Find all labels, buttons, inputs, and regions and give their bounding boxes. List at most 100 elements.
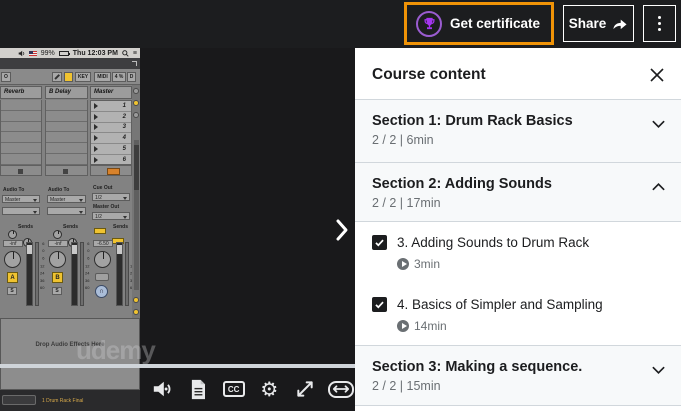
cue-out-dropdown: 1/2 (92, 193, 130, 201)
solo-button-1: S (7, 287, 17, 295)
menu-clock: Thu 12:03 PM (73, 50, 118, 57)
get-certificate-label: Get certificate (450, 16, 540, 31)
routing-dropdown-1: Master (2, 195, 40, 203)
scene-list: 1 2 3 4 5 6 (90, 100, 132, 165)
settings-button[interactable]: ⚙ (255, 376, 283, 402)
clip-name-text: 1 Drum Rack Final (42, 398, 83, 404)
spotlight-icon (122, 50, 129, 57)
battery-percent: 99% (41, 50, 55, 57)
section-header-3[interactable]: Section 3: Making a sequence. 2 / 2 | 15… (355, 346, 681, 406)
trophy-icon (416, 11, 442, 37)
udemy-watermark: udemy (76, 335, 155, 366)
captions-button[interactable]: CC (220, 376, 248, 402)
get-certificate-button[interactable]: Get certificate (404, 2, 554, 45)
crossfade-assign-b: B (52, 272, 63, 283)
master-out-dropdown: 1/2 (92, 212, 130, 220)
section-meta: 2 / 2 | 6min (372, 133, 434, 147)
scene-row: 5 (91, 144, 131, 155)
transcript-icon (189, 379, 207, 400)
volume-fader-1 (26, 242, 33, 306)
collapse-panel-arrow[interactable] (330, 213, 354, 247)
lecture-duration: 14min (397, 319, 447, 333)
meter-scale-2: 6 0 6 12 24 36 60 (85, 241, 89, 293)
track-header-reverb: Reverb (0, 86, 42, 99)
section-header-1[interactable]: Section 1: Drum Rack Basics 2 / 2 | 6min (355, 100, 681, 163)
volume-menu-icon (18, 50, 25, 57)
cue-out-label: Cue Out (93, 185, 112, 191)
player-control-bar: CC ⚙ (148, 374, 355, 404)
pan-knob-1 (4, 251, 21, 268)
master-solo-box (95, 273, 109, 281)
resize-icon (132, 61, 137, 66)
lecture-item-4[interactable]: 4. Basics of Simpler and Sampling 14min (355, 284, 681, 346)
battery-icon (59, 51, 69, 56)
scene-fire-master (90, 165, 132, 176)
cue-headphone-button: ∩ (95, 285, 108, 298)
course-content-panel: Course content Section 1: Drum Rack Basi… (355, 48, 681, 411)
transcript-button[interactable] (184, 376, 212, 402)
scene-row: 1 (91, 101, 131, 112)
meter-scale-1: 6 0 6 12 24 36 60 (40, 241, 44, 293)
crossfade-dot (133, 297, 139, 303)
clip-grid-track2 (45, 100, 88, 165)
scene-row: 2 (91, 112, 131, 123)
chevron-down-icon (651, 362, 666, 380)
close-icon (649, 67, 665, 83)
send-knob (8, 230, 17, 239)
ableton-title-strip (0, 58, 140, 69)
udemy-course-player-window: Get certificate Share 99% Thu 12:03 PM ≡ (0, 0, 681, 411)
scrollbar (134, 140, 139, 290)
more-options-button[interactable] (643, 5, 676, 42)
fullscreen-button[interactable] (291, 376, 319, 402)
gear-icon: ⚙ (260, 379, 278, 399)
clip-grid-track1 (0, 100, 42, 165)
sends-label-master: Sends (113, 224, 128, 230)
section-meta: 2 / 2 | 15min (372, 379, 441, 393)
completed-checkbox[interactable] (372, 297, 387, 312)
section-header-2[interactable]: Section 2: Adding Sounds 2 / 2 | 17min (355, 163, 681, 222)
expanded-view-button[interactable] (327, 376, 355, 402)
mac-menu-bar: 99% Thu 12:03 PM ≡ (0, 48, 140, 58)
lecture-item-3[interactable]: 3. Adding Sounds to Drum Rack 3min (355, 222, 681, 284)
status-input-box (2, 395, 36, 405)
scene-row: 3 (91, 123, 131, 134)
volume-fader-2 (71, 242, 78, 306)
close-panel-button[interactable] (647, 65, 667, 85)
view-toggle-dot (133, 112, 139, 118)
menu-list-icon: ≡ (133, 50, 137, 57)
toolbar-o-button: O (1, 72, 11, 82)
routing-dropdown-2b (47, 207, 86, 215)
share-button[interactable]: Share (563, 5, 634, 42)
chevron-right-icon (335, 218, 349, 242)
volume-button[interactable] (148, 376, 176, 402)
chevron-up-icon (651, 179, 666, 197)
ableton-status-strip: 1 Drum Rack Final (0, 390, 140, 411)
video-player[interactable]: 99% Thu 12:03 PM ≡ O KEY MIDI 4 % D (0, 48, 355, 411)
key-map-button: KEY (75, 72, 91, 82)
video-progress-bar[interactable] (0, 364, 355, 368)
audio-to-label-1: Audio To (3, 187, 24, 193)
audio-to-label-2: Audio To (48, 187, 69, 193)
volume-fader-master (116, 242, 123, 306)
routing-dropdown-1b (2, 207, 40, 215)
crossfade-assign-a: A (7, 272, 18, 283)
routing-dropdown-2: Master (47, 195, 86, 203)
section-title: Section 1: Drum Rack Basics (372, 113, 573, 129)
pre-post-button (94, 228, 106, 234)
section-title: Section 3: Making a sequence. (372, 359, 582, 375)
level-meter-2 (80, 242, 84, 306)
expanded-view-icon (328, 381, 354, 398)
completed-checkbox[interactable] (372, 235, 387, 250)
crossfade-dot (133, 309, 139, 315)
lecture-title: 3. Adding Sounds to Drum Rack (397, 235, 589, 250)
section-meta: 2 / 2 | 17min (372, 196, 441, 210)
sends-label-1: Sends (18, 224, 33, 230)
share-label: Share (569, 16, 607, 31)
dot (658, 16, 661, 19)
scene-play-button (107, 168, 120, 175)
midi-map-button: MIDI (94, 72, 111, 82)
top-bar: Get certificate Share (0, 0, 681, 48)
volume-value-master: -6.50 (93, 240, 113, 247)
lecture-duration: 3min (397, 257, 440, 271)
lecture-list: 3. Adding Sounds to Drum Rack 3min 4. Ba… (355, 222, 681, 346)
